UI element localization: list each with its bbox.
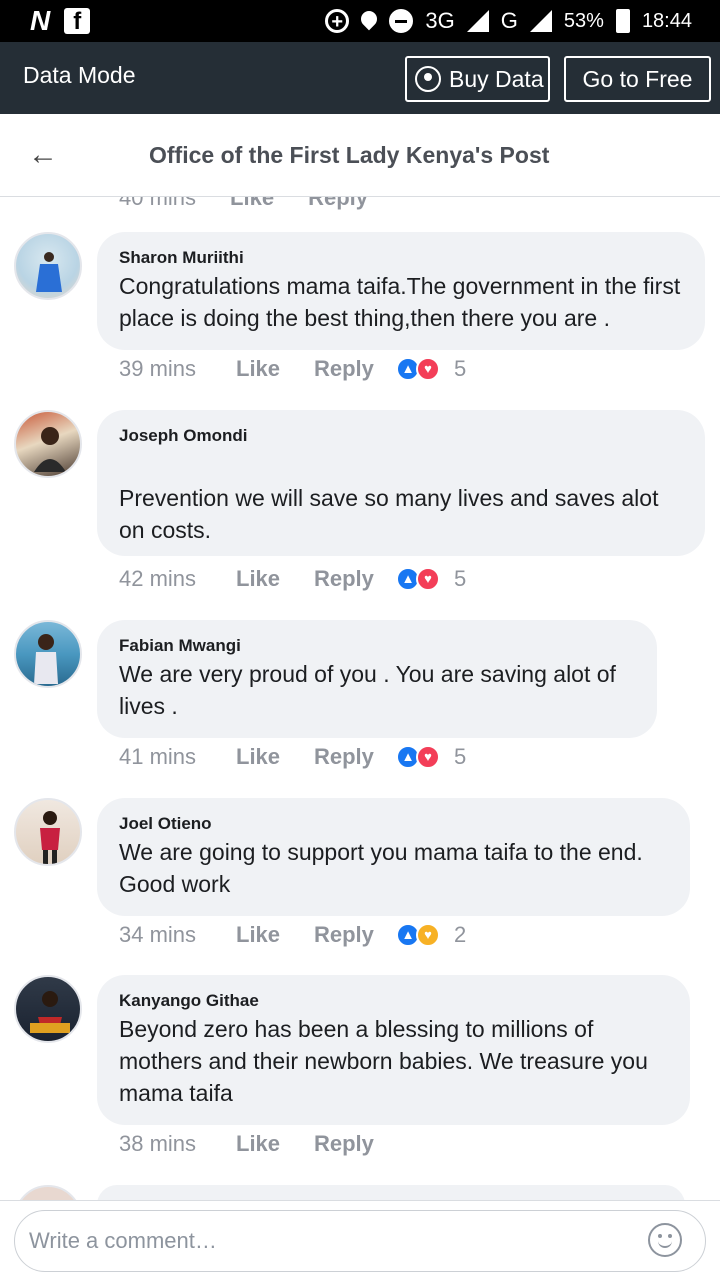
reply-link[interactable]: Reply: [314, 1131, 396, 1157]
reply-link[interactable]: Reply: [314, 356, 396, 382]
data-mode-label: Data Mode: [23, 62, 136, 88]
like-link[interactable]: Like: [236, 1131, 314, 1157]
reactions-summary[interactable]: ▲ ♥ 2: [396, 922, 466, 948]
reaction-count: 5: [454, 566, 467, 591]
page-title: Office of the First Lady Kenya's Post: [149, 142, 550, 168]
commenter-name[interactable]: Sharon Muriithi: [119, 246, 683, 270]
comment-time: 34 mins: [119, 922, 197, 947]
post-header: ← Office of the First Lady Kenya's Post: [0, 114, 720, 197]
commenter-name[interactable]: Kanyango Githae: [119, 989, 668, 1013]
reply-link[interactable]: Reply: [314, 744, 396, 770]
comment-time: 38 mins: [119, 1131, 197, 1156]
go-to-free-button[interactable]: Go to Free: [564, 56, 711, 102]
buy-data-label: Buy Data: [449, 66, 544, 92]
comment-text: Congratulations mama taifa.The governmen…: [119, 273, 681, 331]
reactions-summary[interactable]: ▲ ♥ 5: [396, 356, 466, 382]
avatar[interactable]: [14, 620, 82, 688]
comment-time: 42 mins: [119, 566, 197, 591]
comment-time: 40 mins: [119, 197, 197, 210]
like-link[interactable]: Like: [236, 922, 314, 948]
like-link[interactable]: Like: [236, 566, 314, 592]
battery-percent: 53%: [563, 10, 604, 32]
reactions-summary[interactable]: ▲ ♥ 5: [396, 566, 466, 592]
comment-bubble[interactable]: Joseph Omondi Prevention we will save so…: [97, 410, 705, 556]
comment-actions: 34 mins Like Reply ▲ ♥ 2: [119, 922, 466, 948]
like-link[interactable]: Like: [236, 356, 314, 382]
avatar-person-icon: [30, 991, 70, 1033]
avatar-person-icon: [34, 634, 58, 684]
comment-actions: 39 mins Like Reply ▲ ♥ 5: [119, 356, 466, 382]
do-not-disturb-icon: [389, 9, 414, 33]
buy-data-button[interactable]: Buy Data: [405, 56, 550, 102]
data-mode-bar: Data Mode Buy Data Go to Free: [0, 42, 720, 114]
comment-input[interactable]: Write a comment…: [14, 1210, 706, 1272]
reaction-count: 2: [454, 922, 467, 947]
comment-text: We are going to support you mama taifa t…: [119, 839, 643, 897]
comment-time: 39 mins: [119, 356, 197, 381]
comment-text: Prevention we will save so many lives an…: [119, 485, 659, 543]
go-to-free-label: Go to Free: [582, 66, 693, 92]
avatar[interactable]: [14, 232, 82, 300]
broadcast-icon: [415, 66, 441, 92]
comment-bubble[interactable]: Sharon Muriithi Congratulations mama tai…: [97, 232, 705, 350]
reaction-count: 5: [454, 744, 467, 769]
comment-text: We are very proud of you . You are savin…: [119, 661, 616, 719]
comment-actions: 42 mins Like Reply ▲ ♥ 5: [119, 566, 466, 592]
commenter-name[interactable]: Fabian Mwangi: [119, 634, 635, 658]
avatar-person-icon: [34, 427, 66, 472]
love-reaction-icon: ♥: [416, 567, 440, 591]
comment-bubble[interactable]: Joel Otieno We are going to support you …: [97, 798, 690, 916]
comment-actions: 38 mins Like Reply: [119, 1131, 396, 1157]
network-type-label: 3G: [425, 8, 455, 33]
comment-bubble[interactable]: [97, 1185, 685, 1200]
partial-comment-actions: 40 mins Like Reply: [119, 197, 368, 211]
commenter-name[interactable]: Joseph Omondi: [119, 424, 683, 448]
avatar[interactable]: [14, 975, 82, 1043]
reply-link[interactable]: Reply: [314, 922, 396, 948]
network-type-label-2: G: [500, 8, 518, 33]
back-arrow-icon[interactable]: ←: [28, 138, 58, 172]
emoji-icon[interactable]: [648, 1223, 682, 1257]
avatar[interactable]: [14, 1185, 82, 1200]
reaction-count: 5: [454, 356, 467, 381]
reply-link[interactable]: Reply: [308, 197, 368, 211]
reactions-summary[interactable]: ▲ ♥ 5: [396, 744, 466, 770]
comment-time: 41 mins: [119, 744, 197, 769]
reply-link[interactable]: Reply: [314, 566, 396, 592]
avatar[interactable]: [14, 798, 82, 866]
battery-icon: [615, 9, 630, 33]
comment-text: Beyond zero has been a blessing to milli…: [119, 1016, 648, 1106]
comment-composer: Write a comment…: [0, 1200, 720, 1280]
comment-bubble[interactable]: Fabian Mwangi We are very proud of you .…: [97, 620, 657, 738]
love-reaction-icon: ♥: [416, 745, 440, 769]
care-reaction-icon: ♥: [416, 923, 440, 947]
comments-list[interactable]: 40 mins Like Reply Sharon Muriithi Congr…: [0, 197, 720, 1200]
clock: 18:44: [641, 10, 692, 32]
signal-icon-2: [529, 10, 552, 32]
location-icon: [358, 7, 381, 31]
avatar[interactable]: [14, 410, 82, 478]
comment-bubble[interactable]: Kanyango Githae Beyond zero has been a b…: [97, 975, 690, 1125]
commenter-name[interactable]: Joel Otieno: [119, 812, 668, 836]
status-bar: N f 3G G 53% 18:44: [0, 0, 720, 42]
avatar-person-icon: [40, 811, 60, 864]
facebook-icon: f: [64, 8, 91, 35]
love-reaction-icon: ♥: [416, 357, 440, 381]
data-saver-icon: [325, 5, 350, 39]
comment-actions: 41 mins Like Reply ▲ ♥ 5: [119, 744, 466, 770]
avatar-person-icon: [36, 252, 62, 292]
n-app-icon: N: [30, 5, 51, 36]
like-link[interactable]: Like: [236, 744, 314, 770]
like-link[interactable]: Like: [230, 197, 274, 211]
signal-icon: [466, 10, 489, 32]
